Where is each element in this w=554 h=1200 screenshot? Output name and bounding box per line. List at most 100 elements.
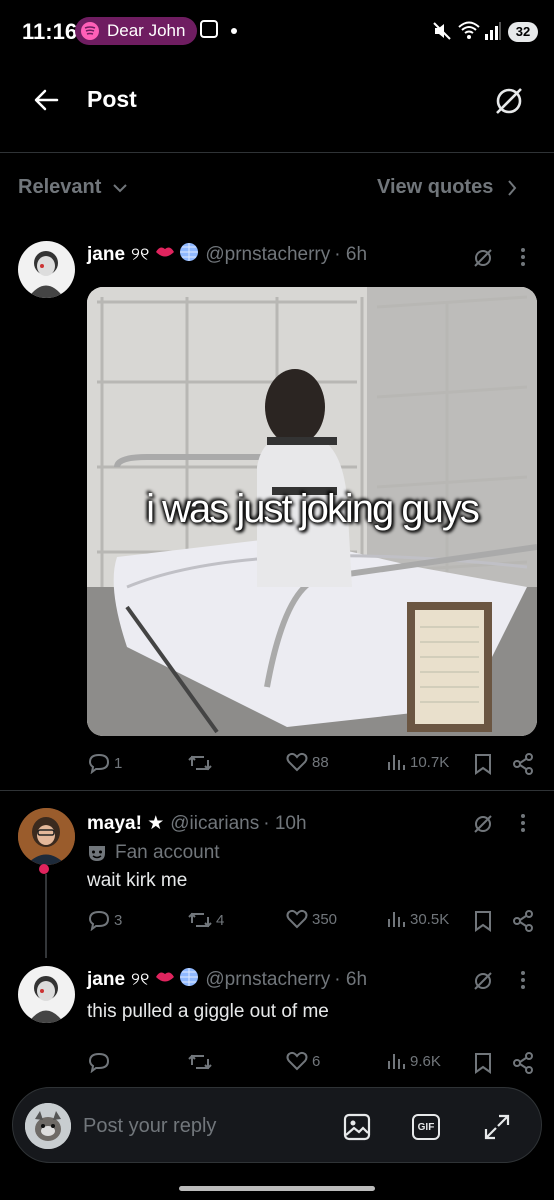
reply-button[interactable]: 1 (88, 752, 122, 774)
back-button[interactable] (32, 86, 60, 119)
disco-ball-icon (179, 242, 199, 267)
avatar (25, 1103, 71, 1149)
reply-icon (88, 1052, 110, 1073)
account-label: Fan account (87, 842, 220, 864)
grok-icon[interactable] (472, 247, 494, 274)
reply-header: jane ୨୧ @prnstacherry · 6h (87, 967, 367, 992)
repost-button[interactable]: 4 (188, 909, 224, 931)
views-count: 30.5K (410, 910, 450, 928)
reply-time: · 6h (334, 968, 368, 990)
share-icon[interactable] (512, 910, 534, 937)
header-divider (0, 152, 554, 153)
grok-icon[interactable] (472, 970, 494, 997)
live-badge (39, 864, 49, 874)
grok-icon[interactable] (472, 813, 494, 840)
views-button[interactable]: 10.7K (386, 752, 449, 772)
emoji-swirl-icon: ୨୧ (131, 244, 150, 264)
like-button[interactable]: 350 (286, 909, 337, 929)
reply-icon (88, 753, 110, 774)
author-handle[interactable]: @prnstacherry (205, 969, 330, 991)
share-icon[interactable] (512, 1052, 534, 1079)
author-name[interactable]: maya! ★ (87, 812, 164, 835)
disco-ball-icon (179, 967, 199, 992)
more-options-icon[interactable] (520, 970, 526, 995)
avatar[interactable] (18, 241, 75, 298)
media-playing-pill[interactable]: Dear John (75, 17, 198, 45)
more-options-icon[interactable] (520, 247, 526, 272)
author-name[interactable]: jane (87, 969, 125, 991)
account-label-text: Fan account (115, 842, 220, 863)
avatar[interactable] (18, 966, 75, 1023)
reply-text: wait kirk me (87, 870, 188, 891)
view-quotes-link[interactable]: View quotes (377, 176, 517, 199)
media-title: Dear John (107, 21, 186, 40)
repost-icon (188, 755, 212, 771)
sort-label: Relevant (18, 176, 102, 198)
signal-icon (484, 22, 502, 45)
bookmark-icon[interactable] (474, 1052, 492, 1079)
grok-icon[interactable] (492, 84, 526, 123)
repost-icon (188, 1054, 212, 1070)
post-image[interactable]: i was just joking guys (87, 287, 537, 736)
reply-icon (88, 910, 110, 931)
author-handle[interactable]: @iicarians (170, 813, 259, 835)
bookmark-icon[interactable] (474, 753, 492, 780)
reply-count: 1 (114, 754, 123, 772)
reply-text: this pulled a giggle out of me (87, 1001, 329, 1022)
views-icon (388, 1054, 405, 1069)
share-icon[interactable] (512, 753, 534, 780)
page-title: Post (87, 86, 137, 112)
bookmark-icon[interactable] (474, 910, 492, 937)
reply-composer[interactable]: Post your reply GIF (12, 1087, 542, 1163)
repost-icon (188, 912, 212, 928)
post-time: · 6h (334, 243, 368, 265)
thread-line (45, 874, 47, 958)
views-button[interactable]: 30.5K (386, 909, 449, 929)
expand-icon[interactable] (483, 1113, 511, 1146)
views-count: 9.6K (410, 1052, 441, 1070)
chevron-right-icon (508, 179, 517, 196)
like-button[interactable]: 88 (286, 752, 329, 772)
repost-count: 4 (216, 911, 225, 929)
like-button[interactable]: 6 (286, 1051, 320, 1071)
gif-button[interactable]: GIF (412, 1114, 440, 1140)
views-count: 10.7K (410, 753, 450, 771)
author-handle[interactable]: @prnstacherry (205, 244, 330, 266)
view-quotes-label: View quotes (377, 176, 494, 198)
battery-indicator: 32 (508, 22, 538, 42)
reply-input[interactable]: Post your reply (83, 1115, 216, 1138)
views-icon (388, 755, 405, 770)
author-name[interactable]: jane (87, 244, 125, 266)
views-button[interactable]: 9.6K (386, 1051, 441, 1071)
reply-button[interactable] (88, 1051, 110, 1073)
status-bar: 11:16 Dear John 32 (0, 0, 554, 64)
post-header: jane ୨୧ @prnstacherry · 6h (87, 242, 367, 267)
post-divider (0, 790, 554, 791)
status-time: 11:16 (22, 19, 78, 44)
image-upload-icon[interactable] (343, 1113, 371, 1146)
wifi-icon (457, 20, 481, 45)
image-caption: i was just joking guys (146, 487, 480, 531)
like-count: 350 (312, 910, 338, 928)
lips-icon (155, 245, 175, 264)
notification-dot-icon (231, 28, 237, 34)
chevron-down-icon (113, 183, 128, 192)
reply-header: maya! ★ @iicarians · 10h (87, 812, 307, 835)
mute-icon (432, 21, 452, 46)
like-count: 6 (312, 1052, 321, 1070)
more-options-icon[interactable] (520, 813, 526, 838)
repost-button[interactable] (188, 1051, 212, 1073)
reply-button[interactable]: 3 (88, 909, 122, 931)
home-indicator (179, 1186, 375, 1191)
repost-button[interactable] (188, 752, 212, 774)
reply-time: · 10h (263, 812, 307, 834)
screen-scan-icon (200, 20, 218, 38)
theater-masks-icon (89, 846, 105, 861)
avatar[interactable] (18, 808, 75, 865)
heart-icon (286, 752, 308, 772)
heart-icon (286, 909, 308, 929)
lips-icon (155, 970, 175, 989)
heart-icon (286, 1051, 308, 1071)
views-icon (388, 912, 405, 927)
sort-dropdown[interactable]: Relevant (18, 176, 128, 199)
